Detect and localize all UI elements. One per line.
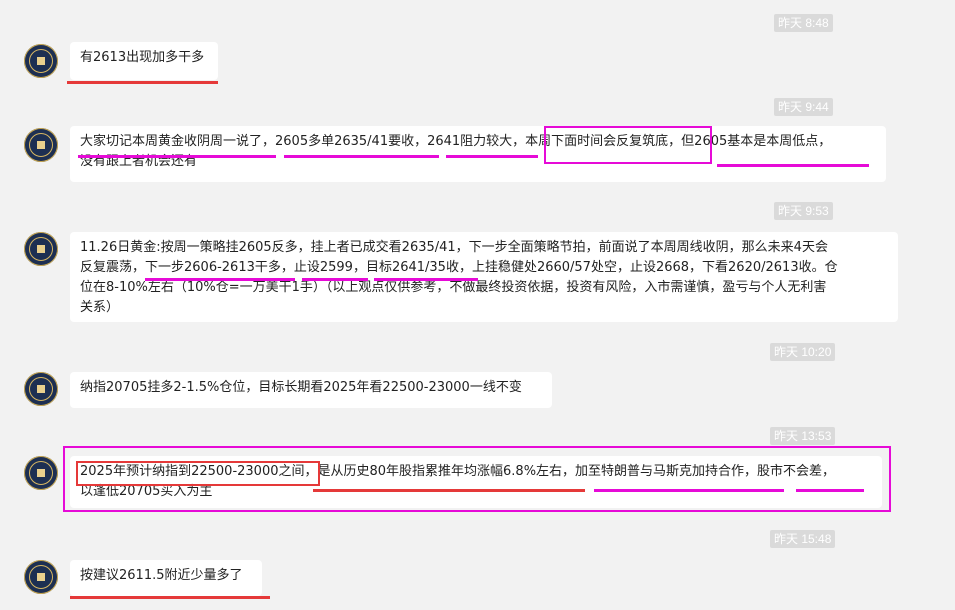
message-bubble[interactable]: 大家切记本周黄金收阴周一说了，2605多单2635/41要收，2641阻力较大，… — [70, 126, 886, 182]
avatar[interactable] — [24, 232, 58, 266]
red-underline — [70, 596, 270, 599]
message-text: 位在8-10%左右（10%仓=一万美干1手）（以上观点仅供参考，不做最终投资依据… — [80, 280, 827, 295]
magenta-underline — [446, 155, 538, 158]
message-timestamp: 昨天 13:53 — [770, 427, 836, 445]
avatar[interactable] — [24, 128, 58, 162]
magenta-underline — [717, 164, 869, 167]
magenta-underline — [78, 155, 276, 158]
avatar[interactable] — [24, 44, 58, 78]
avatar[interactable] — [24, 456, 58, 490]
message-timestamp: 昨天 8:48 — [774, 14, 833, 32]
magenta-underline — [145, 278, 295, 281]
magenta-underline — [594, 489, 784, 492]
message-timestamp: 昨天 9:44 — [774, 98, 833, 116]
message-bubble[interactable]: 按建议2611.5附近少量多了 — [70, 560, 262, 596]
avatar[interactable] — [24, 372, 58, 406]
message-bubble[interactable]: 有2613出现加多干多 — [70, 42, 218, 80]
magenta-underline — [796, 489, 864, 492]
message-text: 11.26日黄金:按周一策略挂2605反多，挂上者已成交看2635/41，下一步… — [80, 240, 828, 255]
magenta-highlight-box — [544, 126, 712, 164]
magenta-underline — [284, 155, 439, 158]
message-timestamp: 昨天 9:53 — [774, 202, 833, 220]
message-bubble[interactable]: 纳指20705挂多2-1.5%仓位，目标长期看2025年看22500-23000… — [70, 372, 552, 408]
message-bubble[interactable]: 11.26日黄金:按周一策略挂2605反多，挂上者已成交看2635/41，下一步… — [70, 232, 898, 322]
message-timestamp: 昨天 15:48 — [770, 530, 836, 548]
message-text: 反复震荡，下一步2606-2613干多，止设2599，目标2641/35收，上挂… — [80, 260, 838, 275]
avatar[interactable] — [24, 560, 58, 594]
red-highlight-box — [76, 461, 320, 486]
message-text: 按建议2611.5附近少量多了 — [80, 568, 243, 583]
message-text: 关系） — [80, 300, 120, 315]
magenta-underline — [302, 278, 368, 281]
message-text: 大家切记本周黄金收阴周一说了，2605多单2635/41要收，2641阻力较大，… — [80, 134, 832, 149]
red-underline — [313, 489, 585, 492]
magenta-underline — [374, 278, 478, 281]
chat-window: { "messages": [ {"time": "昨天 8:48", "lin… — [0, 0, 955, 610]
red-underline — [67, 81, 218, 84]
message-text: 有2613出现加多干多 — [80, 50, 205, 65]
message-timestamp: 昨天 10:20 — [770, 343, 836, 361]
message-text: 纳指20705挂多2-1.5%仓位，目标长期看2025年看22500-23000… — [80, 380, 522, 395]
